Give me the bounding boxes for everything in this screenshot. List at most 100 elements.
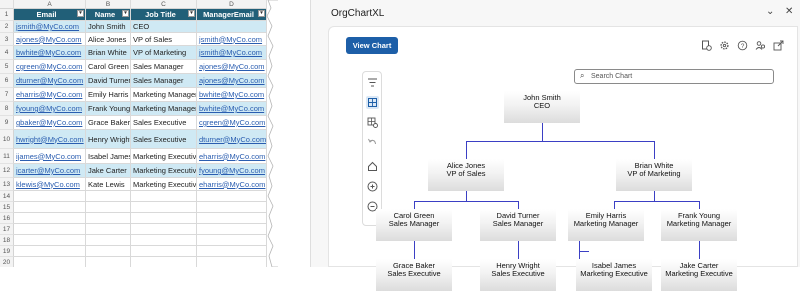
undo-icon[interactable] bbox=[366, 136, 379, 149]
row-number[interactable]: 8 bbox=[0, 102, 14, 116]
org-node-ceo[interactable]: John Smith CEO bbox=[504, 91, 580, 123]
filter-dropdown-icon[interactable]: ▾ bbox=[77, 10, 84, 17]
table-cell[interactable]: jsmith@MyCo.com bbox=[197, 33, 267, 46]
table-cell[interactable]: Sales Manager bbox=[131, 74, 197, 88]
org-node-sales-executive-1[interactable]: Grace Baker Sales Executive bbox=[376, 259, 452, 291]
row-number[interactable]: 5 bbox=[0, 60, 14, 74]
table-cell[interactable] bbox=[131, 246, 197, 257]
table-cell[interactable]: ajones@MyCo.com bbox=[197, 74, 267, 88]
table-cell[interactable]: CEO bbox=[131, 21, 197, 33]
table-cell[interactable] bbox=[14, 191, 86, 202]
table-cell[interactable] bbox=[86, 191, 131, 202]
filter-dropdown-icon[interactable]: ▾ bbox=[122, 10, 129, 17]
table-cell[interactable]: jsmith@MyCo.com bbox=[14, 21, 86, 33]
table-cell[interactable]: Marketing Executive bbox=[131, 178, 197, 191]
row-number[interactable]: 7 bbox=[0, 88, 14, 102]
table-cell[interactable]: VP of Sales bbox=[131, 33, 197, 46]
table-cell[interactable] bbox=[14, 257, 86, 267]
table-cell[interactable]: dturner@MyCo.com bbox=[197, 130, 267, 149]
row-number[interactable]: 6 bbox=[0, 74, 14, 88]
table-cell[interactable] bbox=[14, 202, 86, 213]
header-cell[interactable]: Name ▾ bbox=[86, 9, 131, 21]
table-cell[interactable]: Kate Lewis bbox=[86, 178, 131, 191]
table-cell[interactable]: jcarter@MyCo.com bbox=[14, 164, 86, 178]
row-number[interactable]: 4 bbox=[0, 46, 14, 60]
table-cell[interactable]: John Smith bbox=[86, 21, 131, 33]
table-cell[interactable] bbox=[131, 202, 197, 213]
row-number[interactable]: 9 bbox=[0, 116, 14, 130]
org-node-marketing-executive-2[interactable]: Jake Carter Marketing Executive bbox=[661, 259, 737, 291]
filter-icon[interactable] bbox=[366, 76, 379, 89]
table-cell[interactable]: gbaker@MyCo.com bbox=[14, 116, 86, 130]
column-header-c[interactable]: C bbox=[131, 0, 197, 9]
table-cell[interactable] bbox=[197, 246, 267, 257]
table-cell[interactable] bbox=[131, 224, 197, 235]
gear-icon[interactable] bbox=[719, 40, 730, 51]
row-number[interactable]: 13 bbox=[0, 178, 14, 191]
table-cell[interactable]: ajones@MyCo.com bbox=[197, 60, 267, 74]
table-cell[interactable]: hwright@MyCo.com bbox=[14, 130, 86, 149]
row-number[interactable]: 1 bbox=[0, 9, 14, 21]
table-cell[interactable]: Grace Baker bbox=[86, 116, 131, 130]
table-cell[interactable]: Marketing Executive bbox=[131, 149, 197, 164]
grid-icon[interactable] bbox=[366, 96, 379, 109]
org-node-marketing-manager-1[interactable]: Emily Harris Marketing Manager bbox=[568, 209, 644, 241]
table-cell[interactable]: eharris@MyCo.com bbox=[14, 88, 86, 102]
close-icon[interactable]: ✕ bbox=[785, 6, 793, 17]
row-number[interactable]: 3 bbox=[0, 33, 14, 46]
table-cell[interactable] bbox=[86, 202, 131, 213]
table-cell[interactable]: jsmith@MyCo.com bbox=[197, 46, 267, 60]
table-cell[interactable]: David Turner bbox=[86, 74, 131, 88]
table-cell[interactable]: fyoung@MyCo.com bbox=[14, 102, 86, 116]
help-icon[interactable]: ? bbox=[737, 40, 748, 51]
table-cell[interactable] bbox=[86, 213, 131, 224]
table-cell[interactable] bbox=[197, 235, 267, 246]
table-cell[interactable] bbox=[14, 235, 86, 246]
table-cell[interactable]: bwhite@MyCo.com bbox=[197, 102, 267, 116]
table-cell[interactable] bbox=[197, 257, 267, 267]
row-number[interactable]: 14 bbox=[0, 191, 14, 202]
org-node-sales-manager-1[interactable]: Carol Green Sales Manager bbox=[376, 209, 452, 241]
table-cell[interactable]: eharris@MyCo.com bbox=[197, 149, 267, 164]
org-node-vp-marketing[interactable]: Brian White VP of Marketing bbox=[616, 159, 692, 191]
table-cell[interactable]: cgreen@MyCo.com bbox=[14, 60, 86, 74]
table-cell[interactable]: Isabel James bbox=[86, 149, 131, 164]
filter-dropdown-icon[interactable]: ▾ bbox=[188, 10, 195, 17]
column-header-a[interactable]: A bbox=[14, 0, 86, 9]
table-cell[interactable]: Sales Manager bbox=[131, 60, 197, 74]
row-number[interactable]: 11 bbox=[0, 149, 14, 164]
table-cell[interactable]: bwhite@MyCo.com bbox=[14, 46, 86, 60]
table-cell[interactable]: Marketing Executive bbox=[131, 164, 197, 178]
view-chart-button[interactable]: View Chart bbox=[346, 37, 398, 54]
table-cell[interactable] bbox=[197, 21, 267, 33]
table-cell[interactable]: Carol Green bbox=[86, 60, 131, 74]
row-number[interactable]: 20 bbox=[0, 257, 14, 267]
table-cell[interactable]: Brian White bbox=[86, 46, 131, 60]
table-cell[interactable]: Marketing Manager bbox=[131, 102, 197, 116]
row-number[interactable]: 10 bbox=[0, 130, 14, 149]
table-cell[interactable]: cgreen@MyCo.com bbox=[197, 116, 267, 130]
org-node-vp-sales[interactable]: Alice Jones VP of Sales bbox=[428, 159, 504, 191]
column-header-b[interactable]: B bbox=[86, 0, 131, 9]
table-cell[interactable]: klewis@MyCo.com bbox=[14, 178, 86, 191]
table-cell[interactable] bbox=[131, 191, 197, 202]
row-number[interactable]: 2 bbox=[0, 21, 14, 33]
settings-grid-icon[interactable] bbox=[366, 116, 379, 129]
table-cell[interactable]: eharris@MyCo.com bbox=[197, 178, 267, 191]
chevron-down-icon[interactable]: ⌄ bbox=[766, 6, 774, 17]
row-number[interactable]: 19 bbox=[0, 246, 14, 257]
table-cell[interactable]: ijames@MyCo.com bbox=[14, 149, 86, 164]
table-cell[interactable] bbox=[14, 213, 86, 224]
table-cell[interactable]: Frank Young bbox=[86, 102, 131, 116]
column-header-d[interactable]: D bbox=[197, 0, 267, 9]
table-cell[interactable]: Alice Jones bbox=[86, 33, 131, 46]
select-all-corner[interactable] bbox=[0, 0, 14, 9]
export-check-icon[interactable] bbox=[701, 40, 712, 51]
table-cell[interactable] bbox=[14, 246, 86, 257]
table-cell[interactable] bbox=[197, 213, 267, 224]
table-cell[interactable]: Sales Executive bbox=[131, 130, 197, 149]
table-cell[interactable]: fyoung@MyCo.com bbox=[197, 164, 267, 178]
table-cell[interactable] bbox=[197, 224, 267, 235]
table-cell[interactable] bbox=[14, 224, 86, 235]
table-cell[interactable]: Sales Executive bbox=[131, 116, 197, 130]
